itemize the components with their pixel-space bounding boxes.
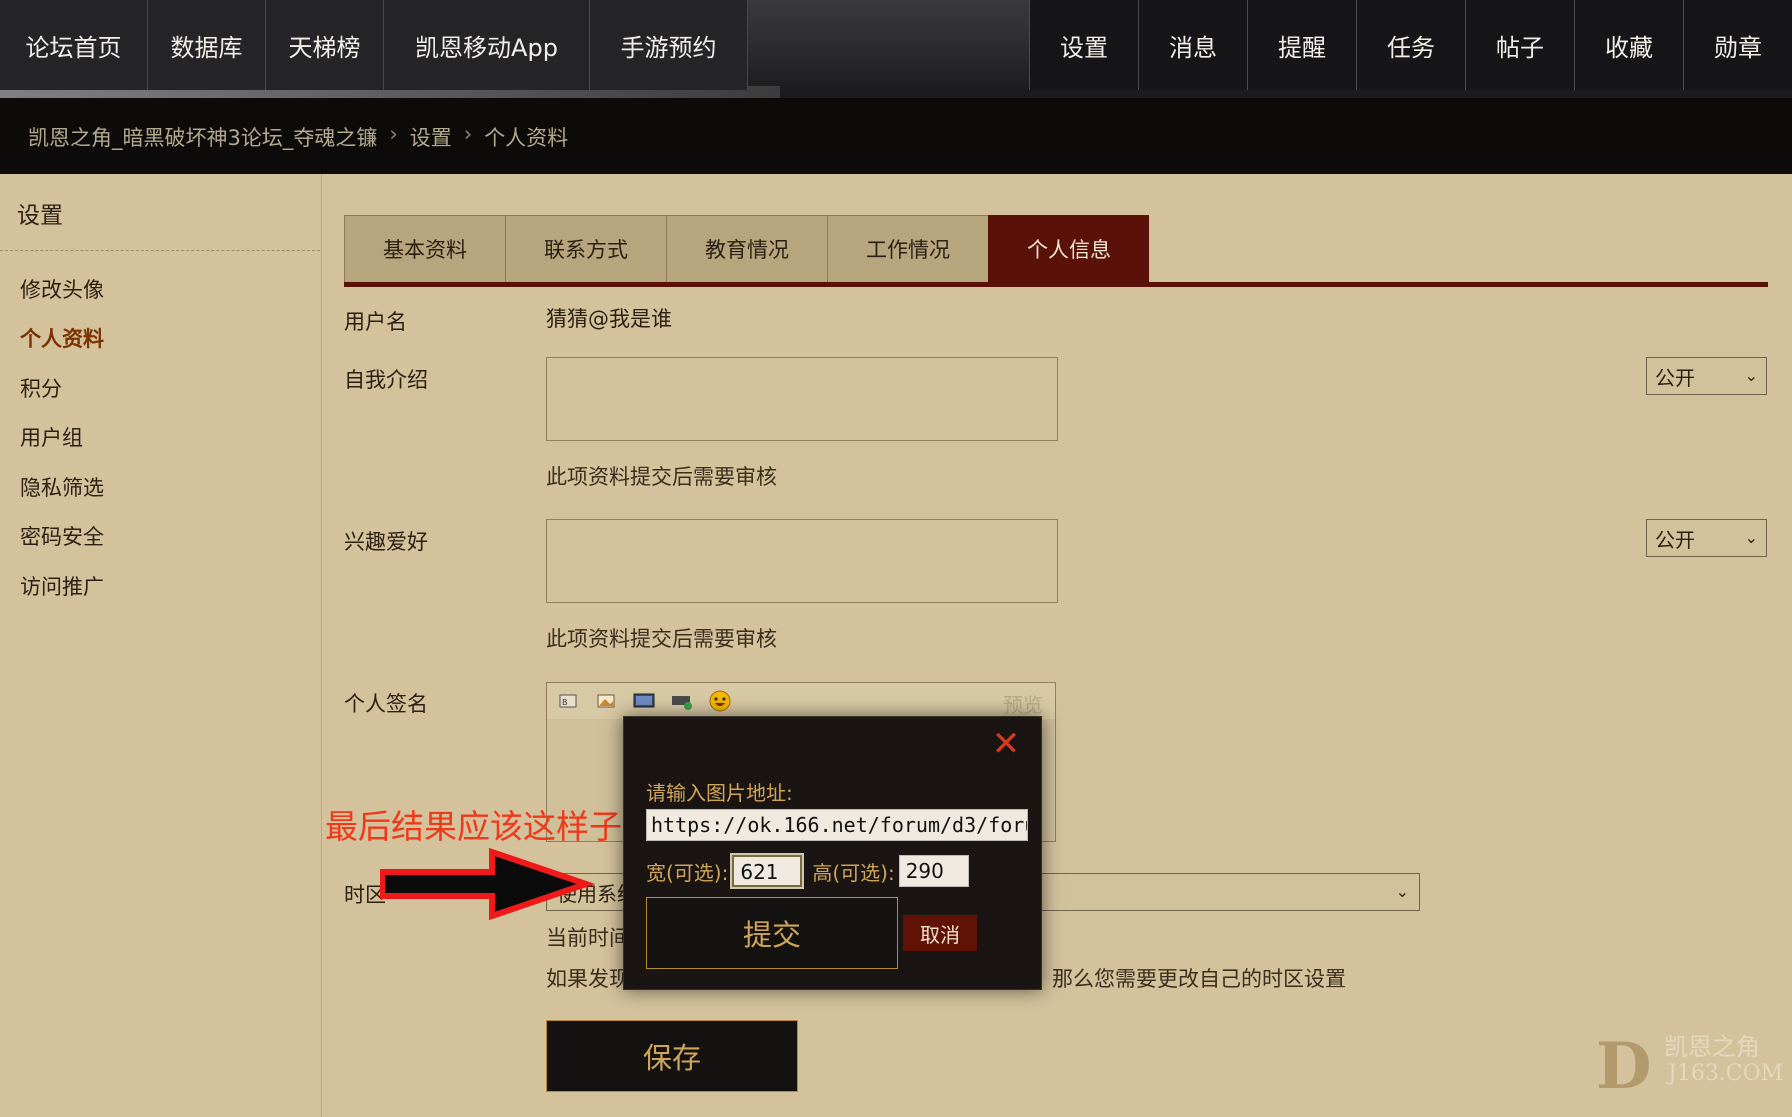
width-label: 宽(可选): <box>646 860 729 885</box>
sidebar-item-privacy[interactable]: 隐私筛选 <box>20 462 104 512</box>
nav-database[interactable]: 数据库 <box>148 0 266 90</box>
username-label: 用户名 <box>344 310 407 334</box>
hobby-textarea[interactable] <box>546 519 1058 603</box>
breadcrumb-forum[interactable]: 凯恩之角_暗黑破坏神3论坛_夺魂之镰 <box>28 122 377 152</box>
watermark-d-logo: D <box>1596 1029 1652 1104</box>
hobby-review-note: 此项资料提交后需要审核 <box>546 627 777 651</box>
nav-posts[interactable]: 帖子 <box>1465 0 1574 90</box>
cancel-button[interactable]: 取消 <box>903 915 977 951</box>
insert-image-dialog: ✕ 请输入图片地址: https://ok.166.net/forum/d3/f… <box>623 716 1042 990</box>
bbcode-icon[interactable]: B <box>555 690 581 712</box>
timezone-hint-start: 如果发现 <box>546 967 630 991</box>
sidebar-item-profile[interactable]: 个人资料 <box>20 314 104 364</box>
image-icon[interactable] <box>593 690 619 712</box>
chevron-down-icon: ⌄ <box>1744 366 1758 385</box>
sidebar-item-usergroup[interactable]: 用户组 <box>20 413 104 463</box>
hobby-label: 兴趣爱好 <box>344 530 428 554</box>
nav-reminders[interactable]: 提醒 <box>1247 0 1356 90</box>
tab-education[interactable]: 教育情况 <box>666 215 827 283</box>
image-url-input[interactable]: https://ok.166.net/forum/d3/forum/2 <box>646 809 1028 841</box>
watermark-line2: J163.COM <box>1668 1061 1784 1086</box>
hobby-privacy-select[interactable]: 公开 ⌄ <box>1646 519 1767 557</box>
breadcrumb-separator: › <box>463 122 473 146</box>
sidebar-title: 设置 <box>17 203 63 229</box>
link-icon[interactable] <box>669 690 695 712</box>
save-button[interactable]: 保存 <box>546 1020 798 1092</box>
username-value: 猜猜@我是谁 <box>546 307 672 331</box>
sidebar-item-password[interactable]: 密码安全 <box>20 512 104 562</box>
hobby-privacy-value: 公开 <box>1655 527 1695 552</box>
image-dimension-row: 宽(可选): 621 高(可选): 290 <box>646 853 969 889</box>
image-url-prompt: 请输入图片地址: <box>646 781 793 805</box>
nav-mobile-game-reserve[interactable]: 手游预约 <box>590 0 748 90</box>
svg-text:B: B <box>562 698 568 707</box>
nav-settings[interactable]: 设置 <box>1029 0 1138 90</box>
nav-favorites[interactable]: 收藏 <box>1574 0 1683 90</box>
site-watermark-logo: D 凯恩之角 J163.COM <box>1596 1027 1783 1104</box>
sidebar-menu: 修改头像 个人资料 积分 用户组 隐私筛选 密码安全 访问推广 <box>20 264 104 611</box>
flash-icon[interactable] <box>631 690 657 712</box>
chevron-down-icon: ⌄ <box>1395 882 1409 901</box>
current-time-text: 当前时间 <box>546 926 630 950</box>
annotation-arrow-icon <box>380 848 596 920</box>
primary-nav-overlay: 论坛首页 数据库 天梯榜 凯恩移动App 手游预约 <box>0 0 748 90</box>
breadcrumb-profile[interactable]: 个人资料 <box>484 122 568 152</box>
nav-messages[interactable]: 消息 <box>1138 0 1247 90</box>
annotation-text: 最后结果应该这样子 <box>325 807 622 846</box>
submit-button[interactable]: 提交 <box>646 897 898 969</box>
intro-textarea[interactable] <box>546 357 1058 441</box>
breadcrumb-separator: › <box>389 122 398 146</box>
profile-tabs: 基本资料 联系方式 教育情况 工作情况 个人信息 <box>344 215 1149 283</box>
intro-label: 自我介绍 <box>344 368 428 392</box>
sidebar-item-credits[interactable]: 积分 <box>20 363 104 413</box>
intro-review-note: 此项资料提交后需要审核 <box>546 465 777 489</box>
height-input[interactable]: 290 <box>898 855 969 887</box>
height-label: 高(可选): <box>812 860 895 885</box>
nav-tasks[interactable]: 任务 <box>1356 0 1465 90</box>
tab-personal-info[interactable]: 个人信息 <box>988 215 1149 283</box>
sidebar-divider <box>0 250 320 251</box>
user-nav: 设置 消息 提醒 任务 帖子 收藏 勋章 <box>1029 0 1792 90</box>
width-input[interactable]: 621 <box>730 853 805 889</box>
close-icon[interactable]: ✕ <box>991 727 1021 761</box>
breadcrumb-settings[interactable]: 设置 <box>410 122 452 152</box>
signature-label: 个人签名 <box>344 692 428 716</box>
chevron-down-icon: ⌄ <box>1744 528 1758 547</box>
breadcrumb: 凯恩之角_暗黑破坏神3论坛_夺魂之镰 › 设置 › 个人资料 <box>28 122 568 152</box>
settings-sidebar: 设置 修改头像 个人资料 积分 用户组 隐私筛选 密码安全 访问推广 <box>0 174 322 1117</box>
emoji-icon[interactable] <box>707 690 733 712</box>
sidebar-item-avatar[interactable]: 修改头像 <box>20 264 104 314</box>
watermark-line1: 凯恩之角 <box>1664 1033 1760 1061</box>
tab-work[interactable]: 工作情况 <box>827 215 988 283</box>
sidebar-item-promotion[interactable]: 访问推广 <box>20 561 104 611</box>
nav-medals[interactable]: 勋章 <box>1683 0 1792 90</box>
timezone-hint-end: 那么您需要更改自己的时区设置 <box>1052 967 1346 991</box>
nav-mobile-app[interactable]: 凯恩移动App <box>384 0 590 90</box>
tab-contact[interactable]: 联系方式 <box>505 215 666 283</box>
intro-privacy-value: 公开 <box>1655 365 1695 390</box>
nav-ladder[interactable]: 天梯榜 <box>266 0 384 90</box>
preview-button[interactable]: 预览 <box>1003 689 1043 718</box>
tab-underline <box>344 282 1768 287</box>
intro-privacy-select[interactable]: 公开 ⌄ <box>1646 357 1767 395</box>
breadcrumb-bar: 凯恩之角_暗黑破坏神3论坛_夺魂之镰 › 设置 › 个人资料 <box>0 98 1792 174</box>
tab-basic-info[interactable]: 基本资料 <box>344 215 505 283</box>
editor-toolbar: B <box>547 683 1055 719</box>
nav-forum-home[interactable]: 论坛首页 <box>0 0 148 90</box>
